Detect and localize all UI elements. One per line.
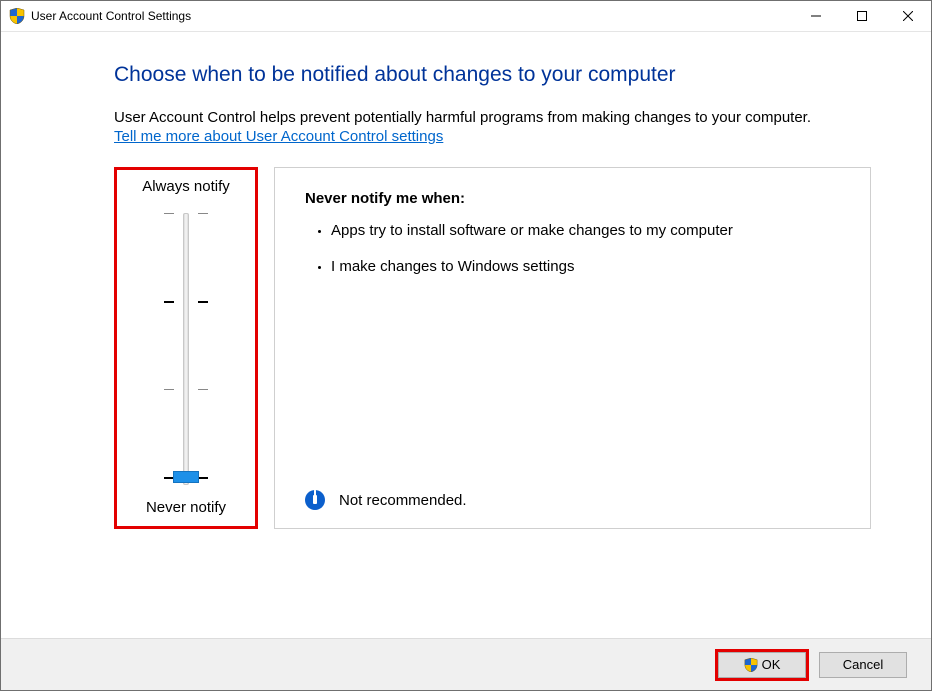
slider-track <box>183 213 189 485</box>
slider-top-label: Always notify <box>117 178 255 195</box>
window-title: User Account Control Settings <box>31 9 191 23</box>
learn-more-link[interactable]: Tell me more about User Account Control … <box>114 128 443 145</box>
minimize-button[interactable] <box>793 1 839 31</box>
notification-slider[interactable] <box>136 209 236 489</box>
dialog-footer: OK Cancel <box>1 638 931 690</box>
notification-slider-panel: Always notify Never notify <box>114 167 258 529</box>
info-icon <box>305 490 325 510</box>
slider-bottom-label: Never notify <box>117 499 255 516</box>
content-area: Choose when to be notified about changes… <box>114 63 871 529</box>
cancel-button[interactable]: Cancel <box>819 652 907 678</box>
close-button[interactable] <box>885 1 931 31</box>
maximize-button[interactable] <box>839 1 885 31</box>
ok-button[interactable]: OK <box>718 652 806 678</box>
ok-button-label: OK <box>762 657 781 672</box>
titlebar: User Account Control Settings <box>1 1 931 32</box>
page-heading: Choose when to be notified about changes… <box>114 63 871 87</box>
info-title: Never notify me when: <box>305 190 840 207</box>
info-bullet: Apps try to install software or make cha… <box>331 221 840 241</box>
shield-icon <box>9 8 25 24</box>
window-controls <box>793 1 931 31</box>
recommendation-row: Not recommended. <box>305 480 840 510</box>
recommendation-text: Not recommended. <box>339 492 467 509</box>
info-bullet: I make changes to Windows settings <box>331 257 840 277</box>
cancel-button-label: Cancel <box>843 657 883 672</box>
level-description-panel: Never notify me when: Apps try to instal… <box>274 167 871 529</box>
slider-thumb[interactable] <box>173 471 199 483</box>
info-bullets: Apps try to install software or make cha… <box>305 221 840 292</box>
ok-highlight: OK <box>715 649 809 681</box>
intro-text: User Account Control helps prevent poten… <box>114 109 871 126</box>
shield-icon <box>744 658 758 672</box>
